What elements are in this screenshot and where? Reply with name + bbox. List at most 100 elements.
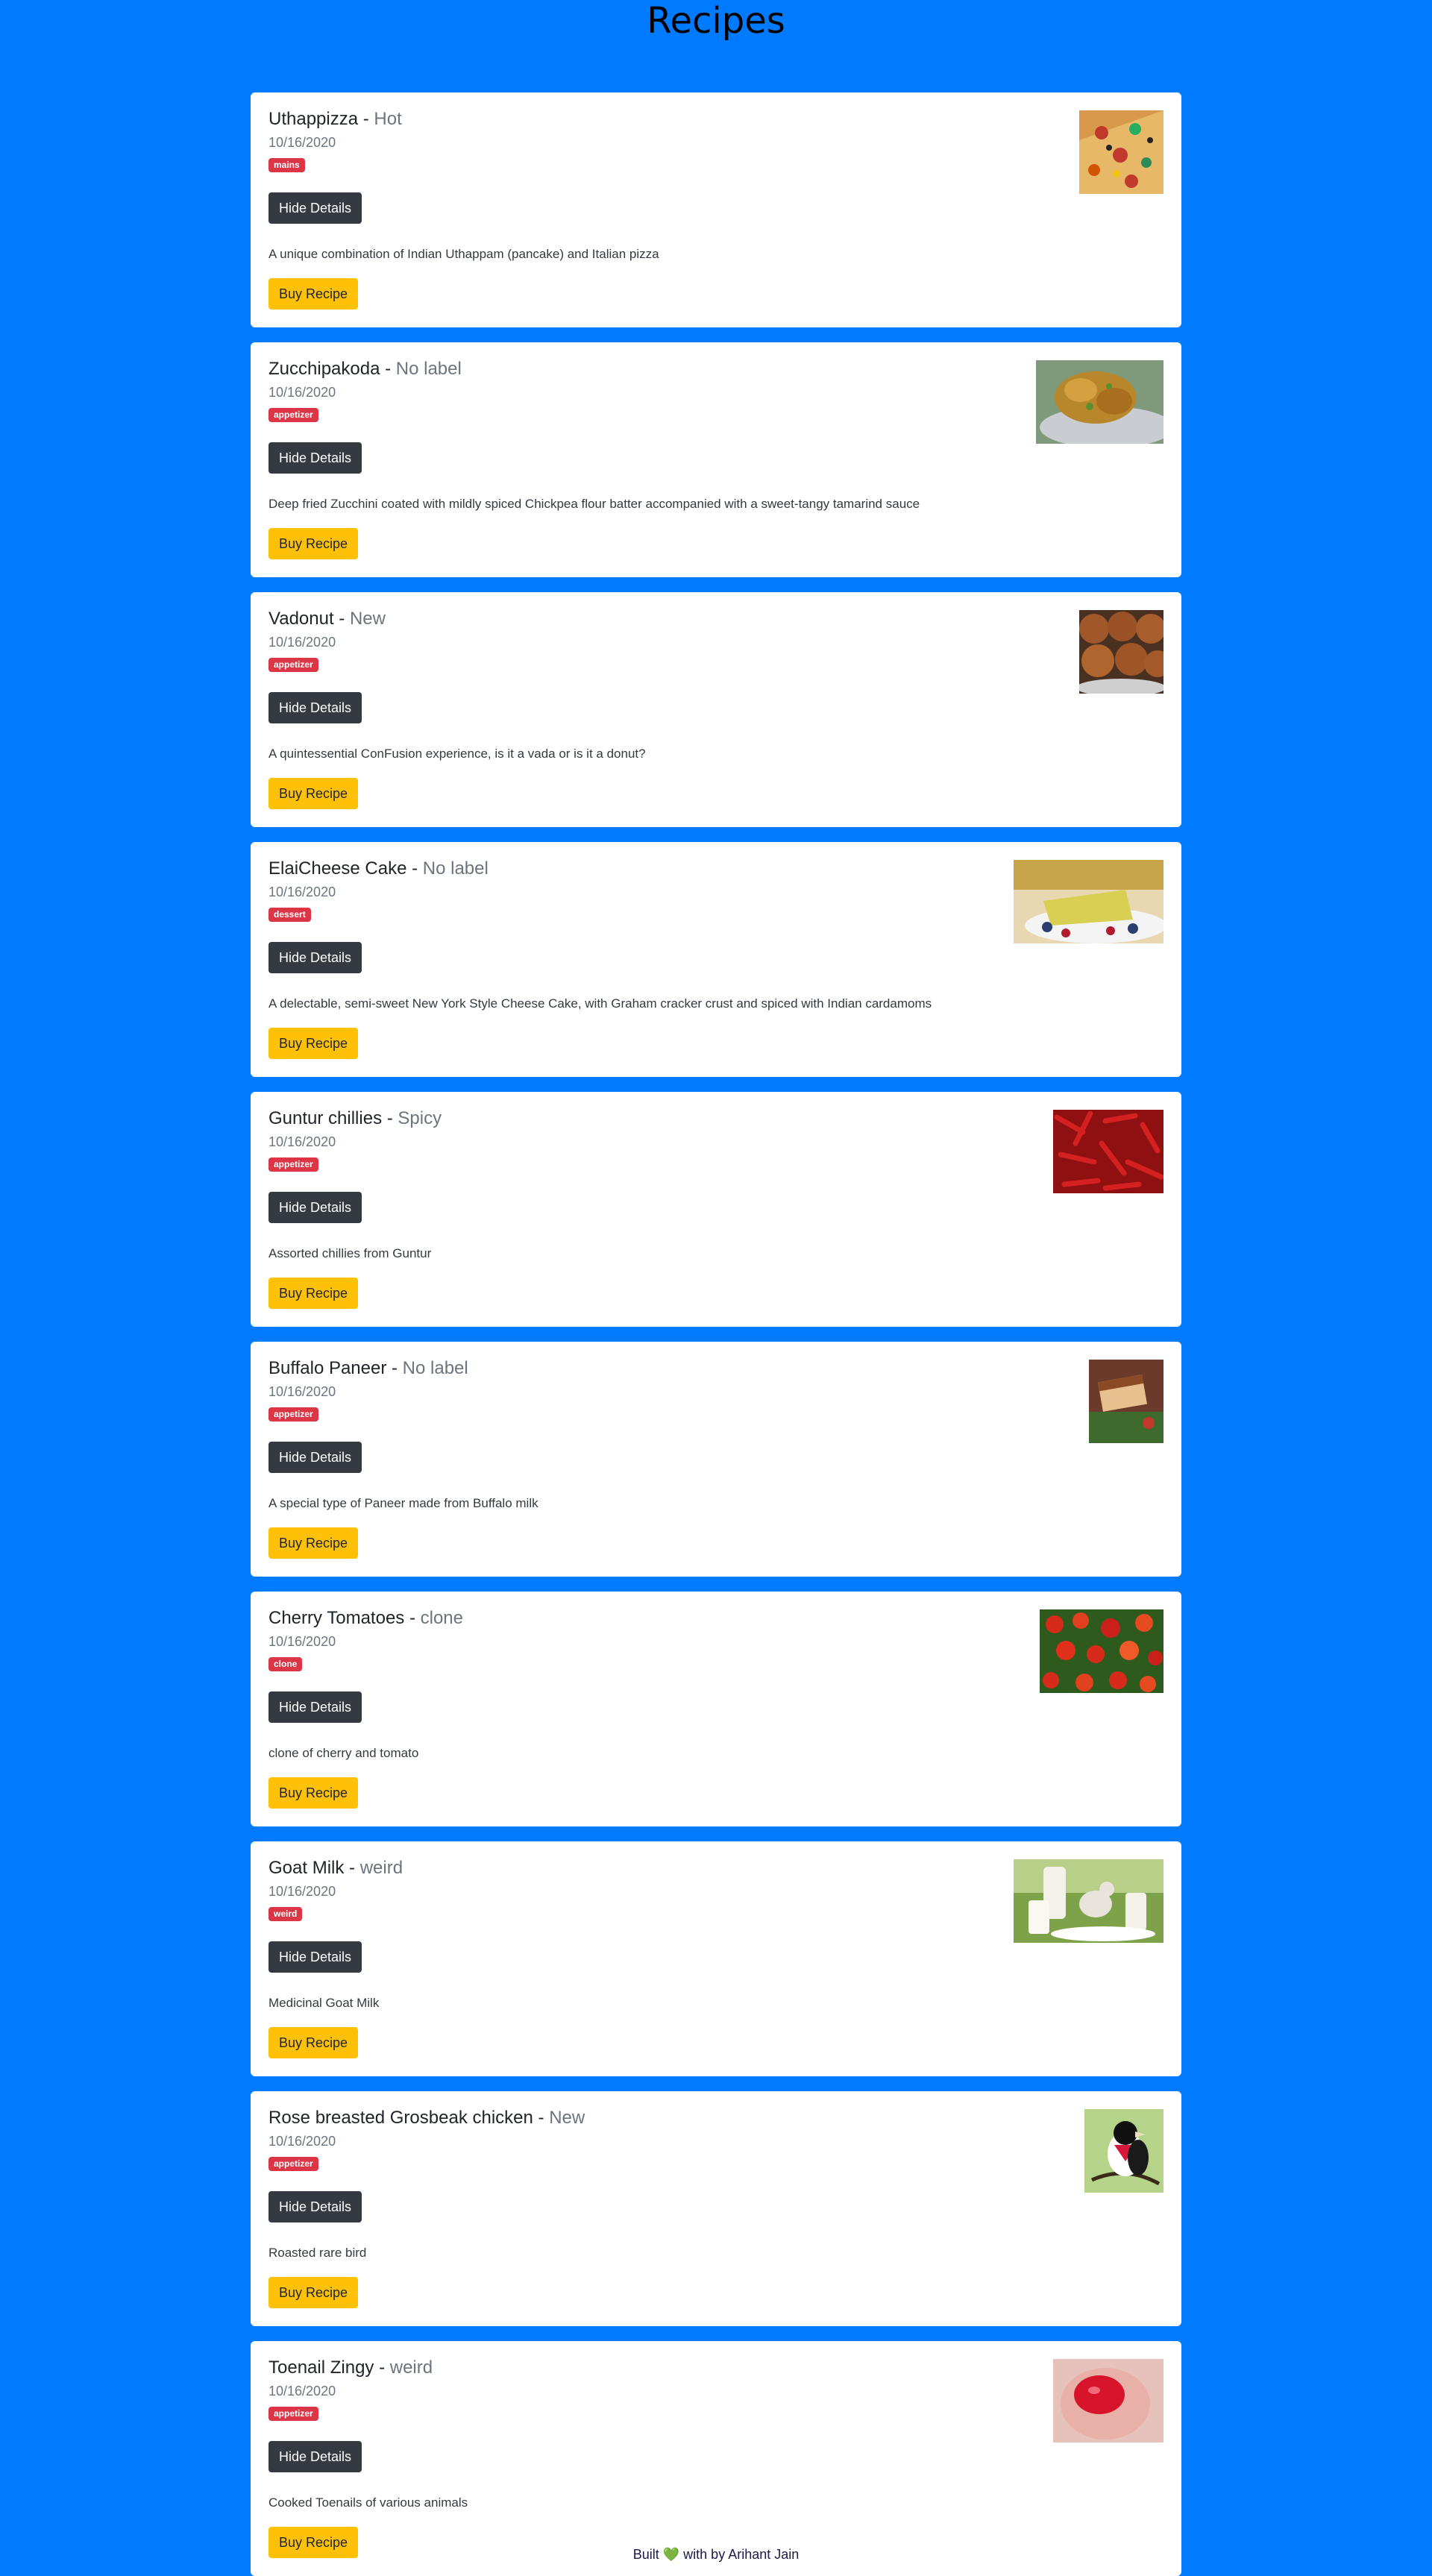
buy-recipe-button[interactable]: Buy Recipe (268, 2277, 359, 2308)
recipe-date: 10/16/2020 (268, 1634, 336, 1649)
recipe-description: A quintessential ConFusion experience, i… (268, 747, 646, 761)
title-separator: - (406, 858, 423, 879)
hide-details-button[interactable]: Hide Details (268, 942, 362, 973)
footer: Built 💚 with by Arihant Jain (0, 2546, 1432, 2563)
recipe-date: 10/16/2020 (268, 885, 336, 899)
recipe-date: 10/16/2020 (268, 2134, 336, 2149)
hide-details-button[interactable]: Hide Details (268, 1941, 362, 1973)
category-badge: clone (268, 1657, 303, 1671)
buy-recipe-button[interactable]: Buy Recipe (268, 1777, 359, 1809)
recipe-name: Zucchipakoda (268, 359, 380, 379)
recipe-title: Cherry Tomatoes - clone (268, 1608, 463, 1629)
recipe-label: New (349, 609, 386, 629)
recipe-card: Zucchipakoda - No label 10/16/2020 appet… (251, 342, 1181, 577)
title-separator: - (380, 359, 396, 379)
recipe-card: Uthappizza - Hot 10/16/2020 mains Hide D… (251, 92, 1181, 327)
buy-recipe-button[interactable]: Buy Recipe (268, 1527, 359, 1559)
recipe-title: Uthappizza - Hot (268, 109, 402, 130)
recipe-date: 10/16/2020 (268, 2384, 336, 2398)
recipe-label: weird (359, 1858, 403, 1878)
hide-details-button[interactable]: Hide Details (268, 2441, 362, 2472)
category-badge: appetizer (268, 658, 318, 672)
footer-suffix: with by Arihant Jain (679, 2547, 800, 2562)
hide-details-button[interactable]: Hide Details (268, 1691, 362, 1723)
recipe-name: ElaiCheese Cake (268, 858, 407, 879)
recipe-name: Cherry Tomatoes (268, 1608, 405, 1628)
buy-recipe-button[interactable]: Buy Recipe (268, 528, 359, 559)
title-separator: - (344, 1858, 360, 1878)
recipe-description: A unique combination of Indian Uthappam … (268, 247, 659, 261)
recipe-title: ElaiCheese Cake - No label (268, 858, 489, 879)
recipe-card: ElaiCheese Cake - No label 10/16/2020 de… (251, 842, 1181, 1077)
recipe-description: Medicinal Goat Milk (268, 1996, 380, 2010)
recipe-date: 10/16/2020 (268, 1134, 336, 1149)
recipe-date: 10/16/2020 (268, 135, 336, 150)
title-separator: - (374, 2357, 390, 2378)
recipe-card: Rose breasted Grosbeak chicken - New 10/… (251, 2091, 1181, 2326)
heart-icon: 💚 (662, 2547, 680, 2562)
category-badge: dessert (268, 908, 311, 922)
hide-details-button[interactable]: Hide Details (268, 1442, 362, 1473)
title-separator: - (404, 1608, 421, 1628)
title-separator: - (382, 1108, 398, 1128)
chillies-image (1053, 1110, 1164, 1193)
recipe-title: Rose breasted Grosbeak chicken - New (268, 2108, 585, 2129)
hide-details-button[interactable]: Hide Details (268, 2191, 362, 2222)
title-separator: - (533, 2108, 550, 2128)
recipe-label: Spicy (398, 1108, 442, 1128)
recipe-label: Hot (374, 109, 402, 129)
pakoda-image (1036, 360, 1164, 444)
recipe-name: Vadonut (268, 609, 334, 629)
category-badge: appetizer (268, 2157, 318, 2171)
recipe-date: 10/16/2020 (268, 385, 336, 400)
recipe-name: Uthappizza (268, 109, 359, 129)
category-badge: appetizer (268, 2407, 318, 2421)
recipe-date: 10/16/2020 (268, 1884, 336, 1899)
recipe-card: Cherry Tomatoes - clone 10/16/2020 clone… (251, 1592, 1181, 1826)
recipe-title: Goat Milk - weird (268, 1858, 403, 1879)
recipe-title: Zucchipakoda - No label (268, 359, 462, 380)
vadonut-image (1079, 610, 1164, 694)
hide-details-button[interactable]: Hide Details (268, 192, 362, 224)
category-badge: appetizer (268, 408, 318, 422)
hide-details-button[interactable]: Hide Details (268, 442, 362, 474)
buy-recipe-button[interactable]: Buy Recipe (268, 278, 359, 310)
hide-details-button[interactable]: Hide Details (268, 1192, 362, 1223)
recipe-card: Buffalo Paneer - No label 10/16/2020 app… (251, 1342, 1181, 1577)
recipe-title: Buffalo Paneer - No label (268, 1358, 468, 1379)
recipe-description: clone of cherry and tomato (268, 1746, 419, 1760)
recipe-description: A special type of Paneer made from Buffa… (268, 1496, 538, 1510)
recipe-label: No label (402, 1358, 468, 1378)
buy-recipe-button[interactable]: Buy Recipe (268, 2027, 359, 2058)
recipe-title: Vadonut - New (268, 609, 386, 629)
recipe-label: New (549, 2108, 585, 2128)
recipe-card: Toenail Zingy - weird 10/16/2020 appetiz… (251, 2341, 1181, 2576)
category-badge: weird (268, 1907, 303, 1921)
recipe-card: Guntur chillies - Spicy 10/16/2020 appet… (251, 1092, 1181, 1327)
paneer-image (1089, 1360, 1164, 1443)
recipe-label: No label (395, 359, 462, 379)
title-separator: - (386, 1358, 403, 1378)
buy-recipe-button[interactable]: Buy Recipe (268, 1278, 359, 1309)
recipe-description: Cooked Toenails of various animals (268, 2495, 468, 2510)
buy-recipe-button[interactable]: Buy Recipe (268, 1028, 359, 1059)
recipe-description: Roasted rare bird (268, 2246, 367, 2260)
title-separator: - (333, 609, 350, 629)
recipe-date: 10/16/2020 (268, 635, 336, 650)
toenail-image (1053, 2359, 1164, 2443)
title-separator: - (358, 109, 374, 129)
pizza-image (1079, 110, 1164, 194)
recipe-card: Vadonut - New 10/16/2020 appetizer Hide … (251, 592, 1181, 827)
recipe-description: A delectable, semi-sweet New York Style … (268, 996, 932, 1011)
recipe-name: Buffalo Paneer (268, 1358, 387, 1378)
recipe-name: Toenail Zingy (268, 2357, 374, 2378)
hide-details-button[interactable]: Hide Details (268, 692, 362, 723)
goat-milk-image (1014, 1859, 1164, 1943)
grosbeak-image (1084, 2109, 1164, 2193)
recipe-title: Toenail Zingy - weird (268, 2357, 433, 2378)
recipe-name: Rose breasted Grosbeak chicken (268, 2108, 533, 2128)
page-title: Recipes (647, 0, 785, 42)
tomatoes-image (1040, 1609, 1164, 1693)
recipe-label: clone (420, 1608, 463, 1628)
buy-recipe-button[interactable]: Buy Recipe (268, 778, 359, 809)
